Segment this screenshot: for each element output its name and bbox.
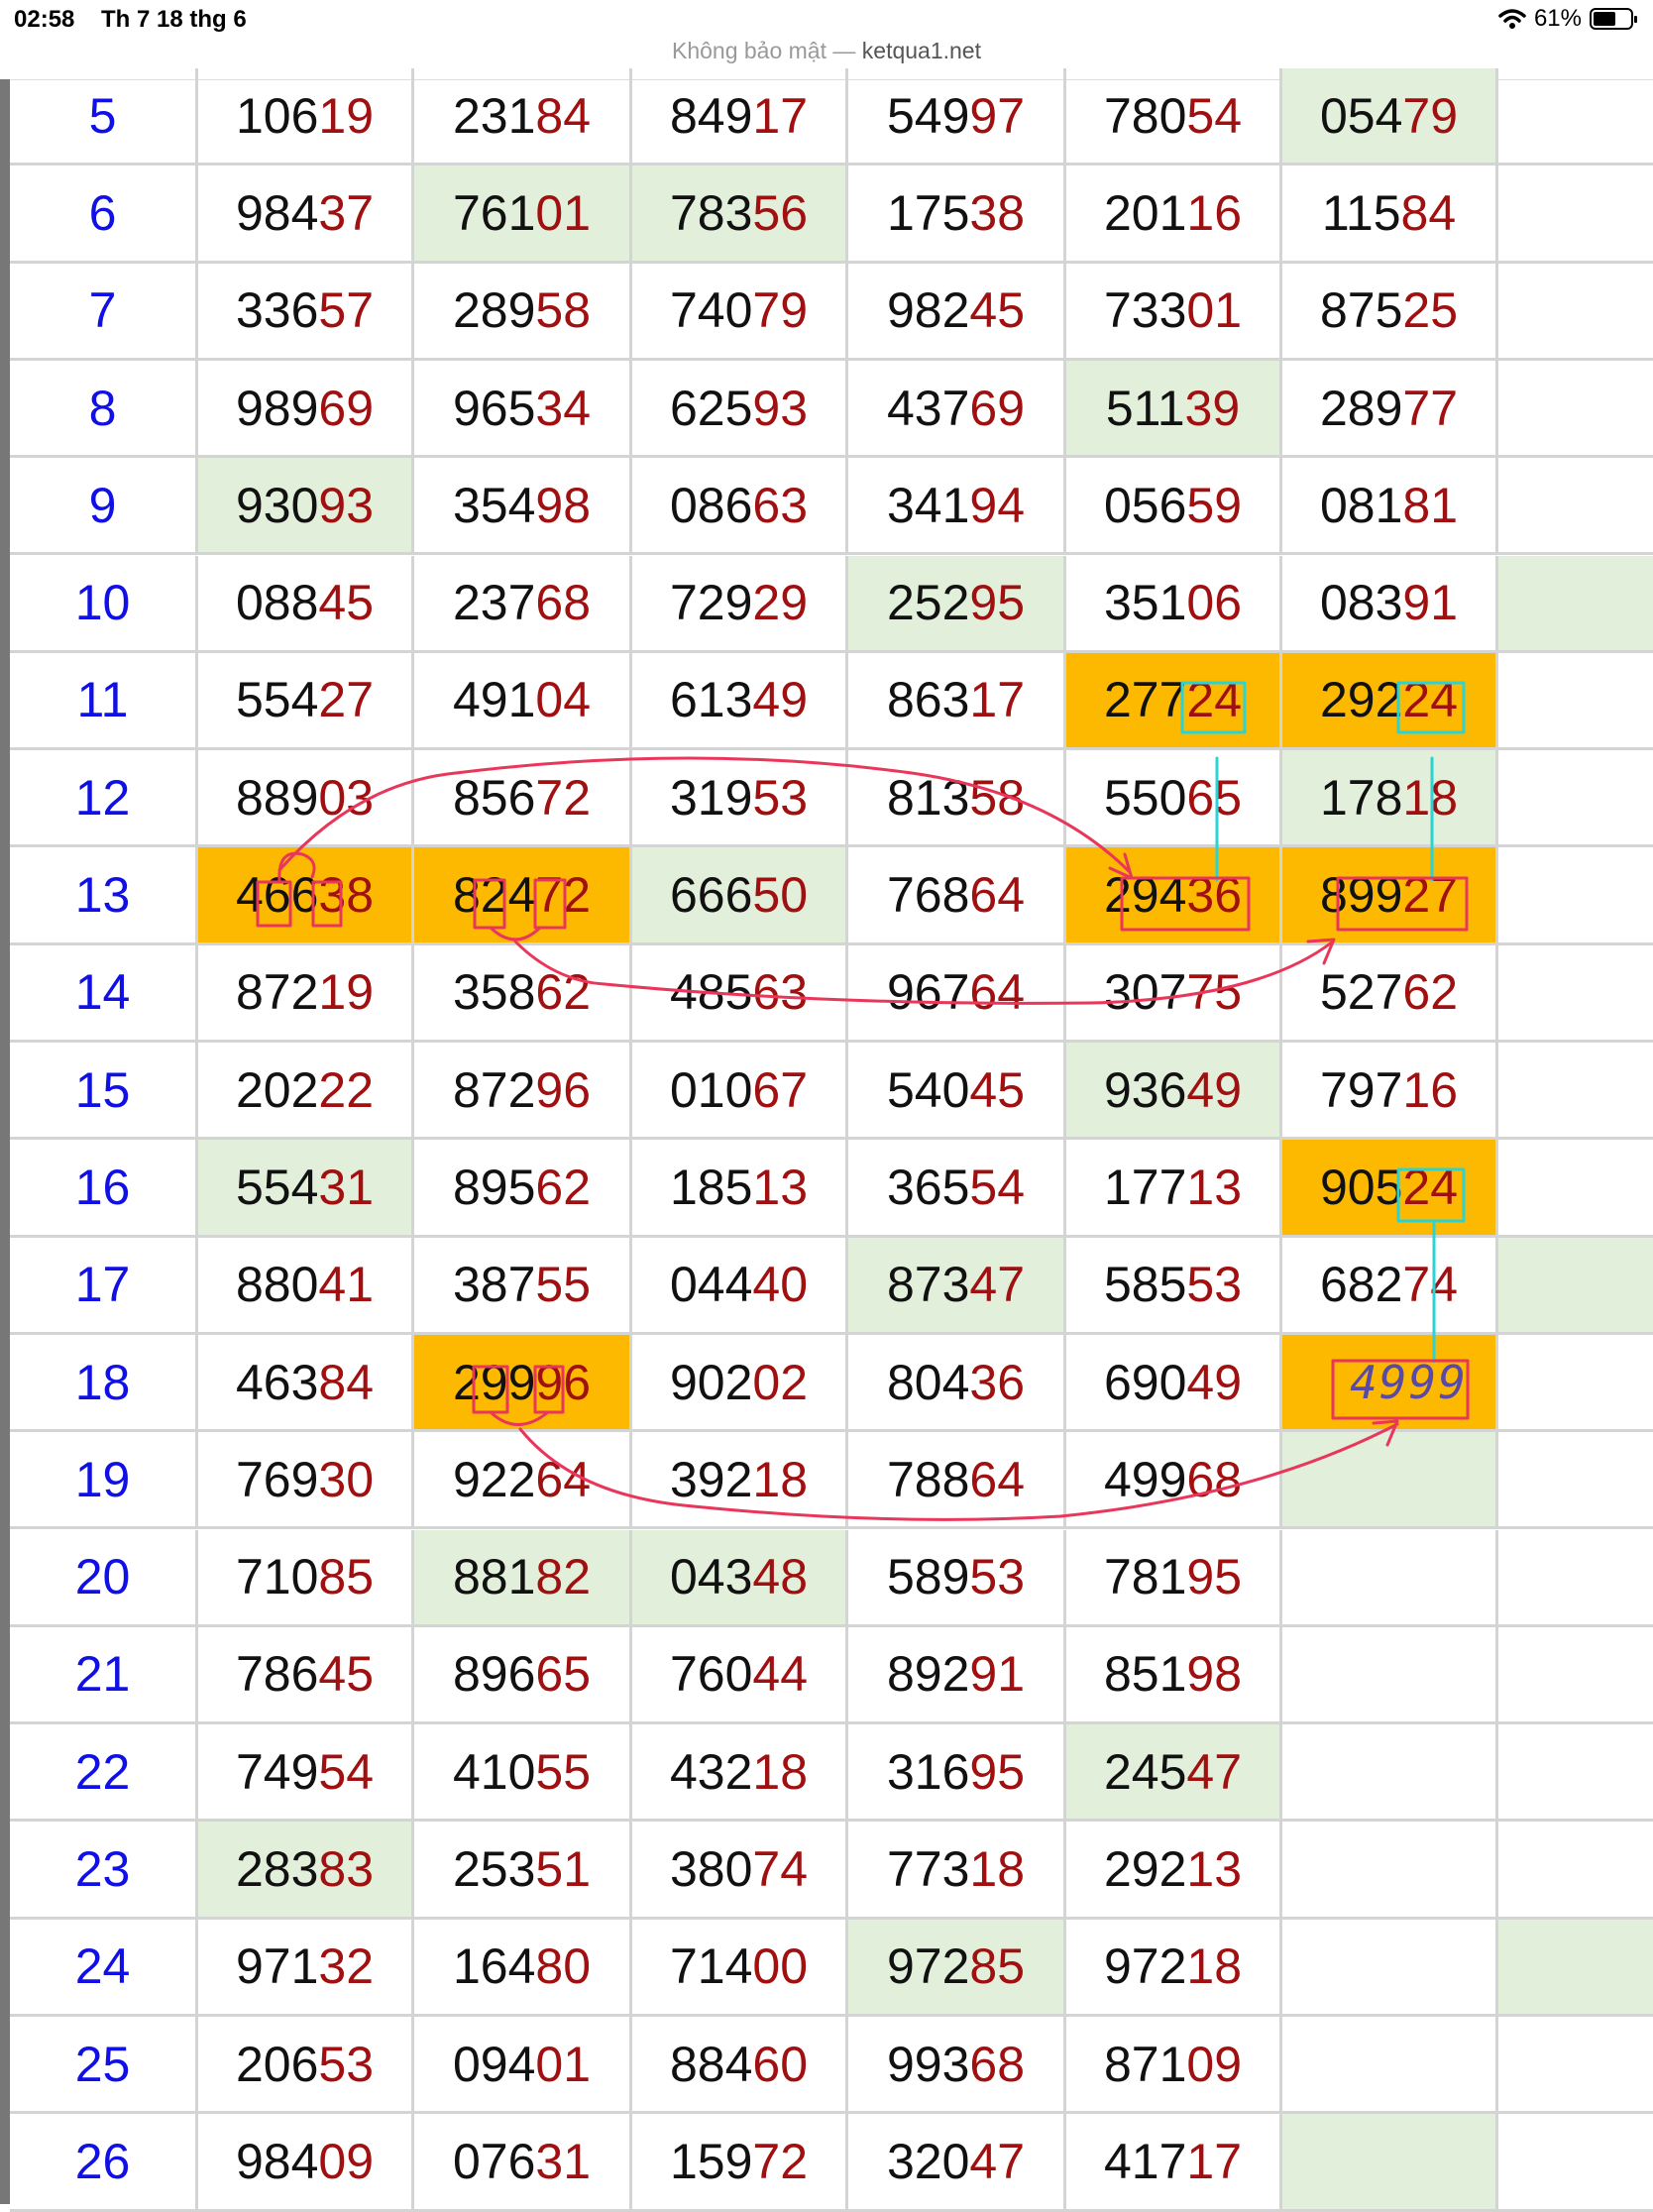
red-arrow-path <box>489 926 1335 1005</box>
red-highlight-box <box>256 880 292 928</box>
cyan-highlight-box <box>1396 1167 1466 1223</box>
red-highlight-box <box>533 1365 565 1414</box>
red-highlight-box <box>472 1365 509 1414</box>
annotation-layer <box>256 681 1470 1521</box>
red-arrow-path <box>489 1410 1399 1521</box>
cyan-highlight-box <box>1396 681 1466 734</box>
red-highlight-box <box>533 878 567 930</box>
red-highlight-box <box>473 878 506 930</box>
red-arrow-path <box>277 756 1132 884</box>
red-highlight-box <box>1120 876 1251 932</box>
red-highlight-box <box>1336 876 1469 932</box>
cyan-highlight-box <box>1180 681 1247 734</box>
red-highlight-box <box>1331 1359 1470 1420</box>
red-highlight-box <box>311 880 343 928</box>
